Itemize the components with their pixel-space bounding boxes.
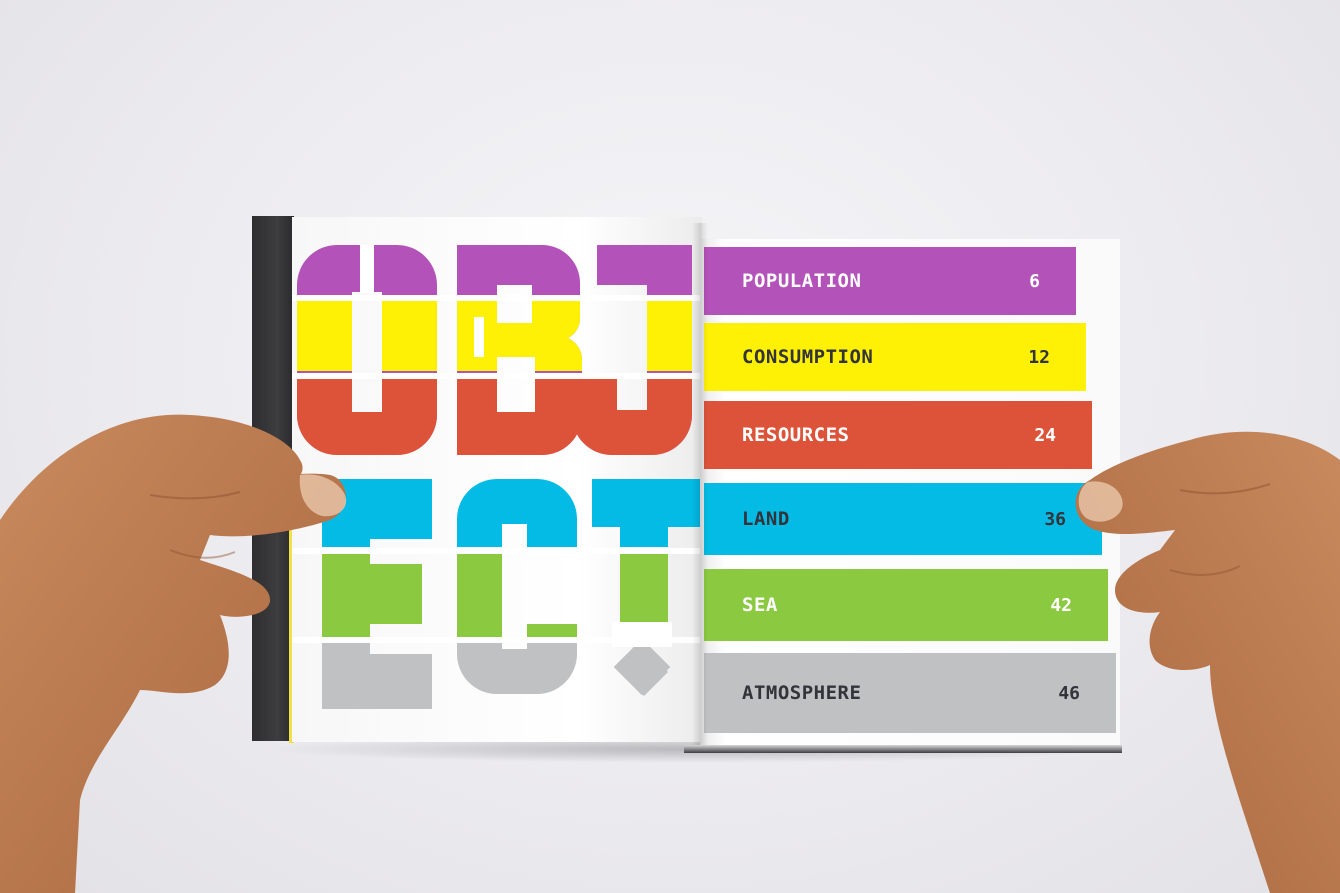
photo-scene: POPULATION 6 CONSUMPTION 12 RESOURCES 24… bbox=[0, 0, 1340, 893]
contents-item-land: LAND 36 bbox=[704, 483, 1102, 555]
right-hand bbox=[1075, 431, 1340, 893]
left-hand bbox=[0, 414, 347, 893]
contents-item-consumption: CONSUMPTION 12 bbox=[704, 323, 1086, 391]
contents-item-label: LAND bbox=[742, 508, 790, 530]
contents-item-atmosphere: ATMOSPHERE 46 bbox=[704, 653, 1116, 733]
contents-list: POPULATION 6 CONSUMPTION 12 RESOURCES 24… bbox=[700, 239, 1120, 751]
contents-item-label: RESOURCES bbox=[742, 424, 850, 446]
contents-item-page: 6 bbox=[1029, 270, 1040, 292]
contents-item-page: 24 bbox=[1034, 424, 1056, 446]
contents-item-label: SEA bbox=[742, 594, 778, 616]
open-book: POPULATION 6 CONSUMPTION 12 RESOURCES 24… bbox=[252, 213, 1122, 758]
contents-item-page: 12 bbox=[1028, 346, 1050, 368]
contents-item-label: ATMOSPHERE bbox=[742, 682, 862, 704]
page-bottom-edge bbox=[684, 745, 1122, 753]
right-page-contents: POPULATION 6 CONSUMPTION 12 RESOURCES 24… bbox=[700, 239, 1120, 751]
contents-item-label: CONSUMPTION bbox=[742, 346, 874, 368]
contents-item-population: POPULATION 6 bbox=[704, 247, 1076, 315]
contents-item-label: POPULATION bbox=[742, 270, 862, 292]
book-gutter bbox=[692, 223, 708, 751]
contents-item-sea: SEA 42 bbox=[704, 569, 1108, 641]
contents-item-resources: RESOURCES 24 bbox=[704, 401, 1092, 469]
